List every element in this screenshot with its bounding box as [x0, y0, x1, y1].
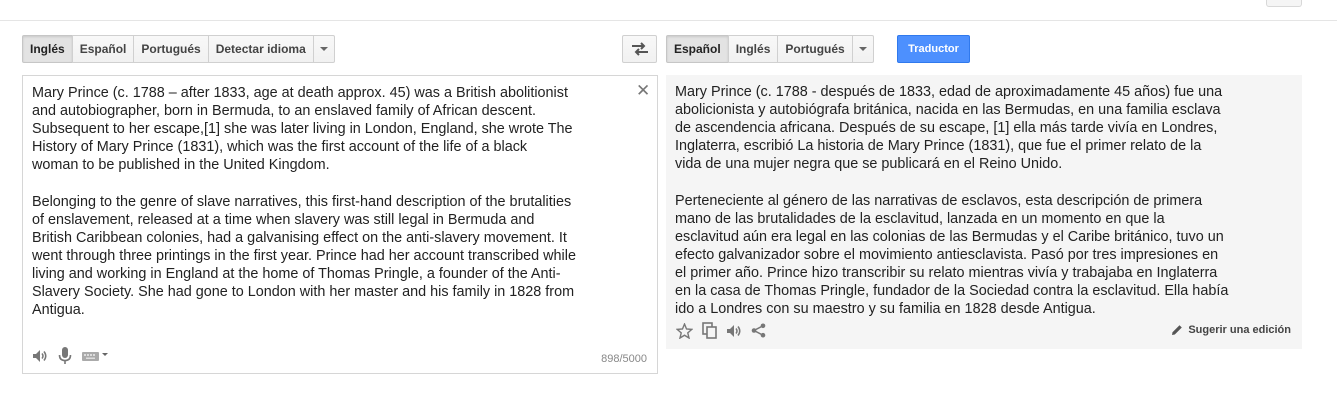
source-text[interactable]: Mary Prince (c. 1788 – after 1833, age a…	[32, 84, 632, 319]
source-lang-spanish[interactable]: Español	[71, 35, 135, 63]
source-lang-detect[interactable]: Detectar idioma	[207, 35, 314, 63]
swap-languages-button[interactable]	[622, 35, 657, 63]
star-icon[interactable]	[676, 322, 693, 339]
swap-icon	[631, 42, 648, 56]
close-icon[interactable]: ✕	[636, 82, 650, 99]
share-icon[interactable]	[751, 323, 766, 338]
target-lang-english[interactable]: Inglés	[727, 35, 779, 63]
source-language-bar: Inglés Español Portugués Detectar idioma	[22, 35, 335, 63]
header-button[interactable]	[1266, 0, 1302, 7]
speaker-icon[interactable]	[32, 349, 48, 363]
target-lang-portuguese[interactable]: Portugués	[777, 35, 853, 63]
suggest-edit-label: Sugerir una edición	[1188, 324, 1291, 336]
source-lang-english[interactable]: Inglés	[22, 35, 73, 63]
character-count: 898/5000	[601, 353, 647, 365]
header-divider	[0, 20, 1337, 21]
speaker-icon[interactable]	[726, 324, 742, 338]
chevron-down-icon	[319, 46, 328, 51]
pencil-icon	[1172, 325, 1183, 335]
translated-text: Mary Prince (c. 1788 - después de 1833, …	[675, 84, 1229, 318]
translation-result-area: Mary Prince (c. 1788 - después de 1833, …	[666, 75, 1302, 349]
suggest-edit-link[interactable]: Sugerir una edición	[1171, 324, 1291, 336]
translate-button[interactable]: Traductor	[897, 35, 970, 63]
source-lang-portuguese[interactable]: Portugués	[133, 35, 209, 63]
copy-icon[interactable]	[702, 322, 717, 339]
microphone-icon[interactable]	[58, 347, 72, 365]
target-language-bar: Español Inglés Portugués	[666, 35, 874, 63]
source-text-area[interactable]: Mary Prince (c. 1788 – after 1833, age a…	[22, 75, 658, 374]
source-lang-more-dropdown[interactable]	[312, 35, 335, 63]
source-toolbar	[32, 347, 108, 365]
keyboard-icon[interactable]	[82, 350, 108, 362]
result-toolbar	[676, 322, 766, 339]
target-lang-spanish[interactable]: Español	[666, 35, 729, 63]
chevron-down-icon	[858, 46, 867, 51]
target-lang-more-dropdown[interactable]	[851, 35, 874, 63]
